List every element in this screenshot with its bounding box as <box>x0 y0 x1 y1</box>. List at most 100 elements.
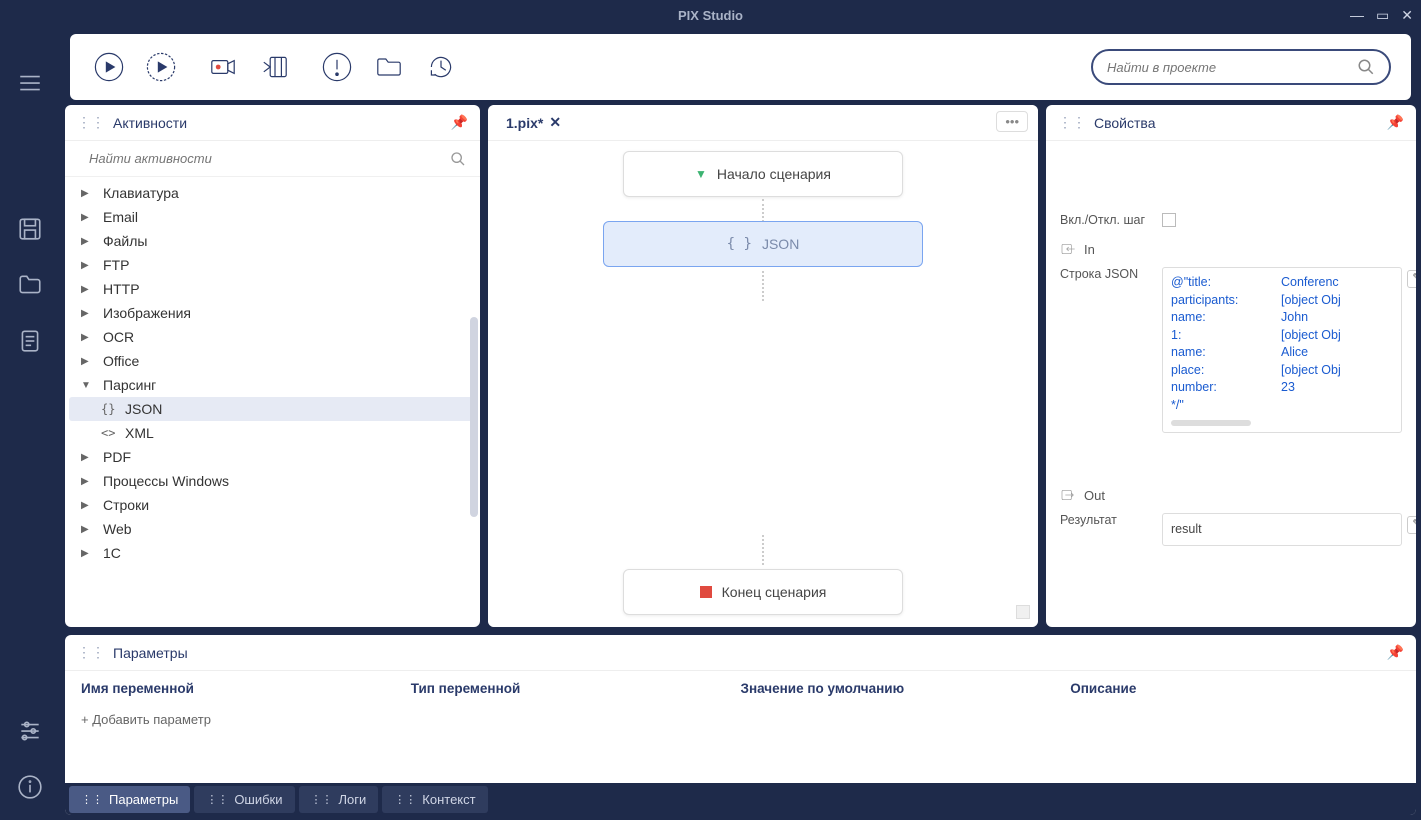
tree-child-item[interactable]: {}JSON <box>69 397 474 421</box>
arrow-right-icon: ▶ <box>81 236 95 247</box>
scrollbar-h[interactable] <box>1171 420 1251 426</box>
project-search[interactable] <box>1091 49 1391 85</box>
grip-icon[interactable]: ⋮⋮ <box>77 644 105 661</box>
tree-item[interactable]: ▶PDF <box>69 445 474 469</box>
settings-icon[interactable] <box>17 718 43 744</box>
grip-icon: ⋮⋮ <box>311 793 333 806</box>
resize-handle[interactable] <box>1016 605 1030 619</box>
parameters-title: Параметры <box>113 645 188 661</box>
minimize-button[interactable]: — <box>1350 7 1364 23</box>
tab-close-icon[interactable]: ✕ <box>549 114 561 131</box>
debug-run-button[interactable] <box>142 48 180 86</box>
breakpoint-button[interactable] <box>318 48 356 86</box>
tree-item-label: OCR <box>103 329 134 345</box>
bottom-tab[interactable]: ⋮⋮Параметры <box>69 786 190 813</box>
grip-icon: ⋮⋮ <box>81 793 103 806</box>
tree-item[interactable]: ▶ OCR <box>69 325 474 349</box>
tab-label: 1.pix* <box>506 115 543 131</box>
arrow-right-icon: ▶ <box>81 356 95 367</box>
pin-icon[interactable]: 📌 <box>451 114 468 131</box>
connector <box>762 535 764 565</box>
tree-item[interactable]: ▶FTP <box>69 253 474 277</box>
tree-item-label: PDF <box>103 449 131 465</box>
edit-icon[interactable]: ✎ <box>1407 270 1416 288</box>
json-node[interactable]: { } JSON <box>603 221 923 267</box>
record-button[interactable] <box>204 48 242 86</box>
bottom-tab-label: Логи <box>339 792 367 807</box>
col-default: Значение по умолчанию <box>741 681 1071 696</box>
arrow-right-icon: ▶ <box>81 284 95 295</box>
activities-search-input[interactable] <box>79 147 450 170</box>
tree-item[interactable]: ▶Клавиатура <box>69 181 474 205</box>
tree-item-label: 1С <box>103 545 121 561</box>
out-section-header: Out <box>1060 487 1402 503</box>
grip-icon[interactable]: ⋮⋮ <box>1058 114 1086 131</box>
stop-icon <box>700 586 712 598</box>
tree-item[interactable]: ▶Процессы Windows <box>69 469 474 493</box>
col-name: Имя переменной <box>81 681 411 696</box>
bottom-tabs: ⋮⋮Параметры⋮⋮Ошибки⋮⋮Логи⋮⋮Контекст <box>65 783 1416 815</box>
bottom-tab[interactable]: ⋮⋮Ошибки <box>194 786 294 813</box>
scrollbar-thumb[interactable] <box>470 317 478 517</box>
bottom-tab[interactable]: ⋮⋮Контекст <box>382 786 487 813</box>
history-button[interactable] <box>422 48 460 86</box>
edit-icon[interactable]: ✎ <box>1407 516 1416 534</box>
left-rail <box>0 30 60 820</box>
tree-item[interactable]: ▶Office <box>69 349 474 373</box>
workflow-canvas[interactable]: ▼ Начало сценария { } JSON Конец сценари… <box>488 141 1038 627</box>
pin-icon[interactable]: 📌 <box>1387 644 1404 661</box>
json-string-field[interactable]: ✎ @"title:Conferencparticipants:[object … <box>1162 267 1402 433</box>
add-parameter-button[interactable]: + Добавить параметр <box>81 706 1400 733</box>
tree-child-item[interactable]: <>XML <box>69 421 474 445</box>
activities-panel: ⋮⋮ Активности 📌 ▶Клавиатура▶Email▶Файлы▶… <box>65 105 480 627</box>
connector <box>762 199 764 222</box>
project-search-input[interactable] <box>1107 60 1357 75</box>
play-down-icon: ▼ <box>695 167 707 181</box>
tree-item[interactable]: ▶Строки <box>69 493 474 517</box>
arrow-right-icon: ▶ <box>81 212 95 223</box>
tab-file[interactable]: 1.pix* ✕ <box>498 114 569 131</box>
tree-item[interactable]: ▶Изображения <box>69 301 474 325</box>
properties-title: Свойства <box>1094 115 1155 131</box>
tree-item-label: Строки <box>103 497 149 513</box>
close-button[interactable]: ✕ <box>1401 7 1413 24</box>
toggle-step-checkbox[interactable] <box>1162 213 1176 227</box>
document-icon[interactable] <box>17 328 43 354</box>
tree-item[interactable]: ▶ Файлы <box>69 229 474 253</box>
menu-icon[interactable] <box>17 70 43 96</box>
folder-icon[interactable] <box>17 272 43 298</box>
start-node[interactable]: ▼ Начало сценария <box>623 151 903 197</box>
run-button[interactable] <box>90 48 128 86</box>
tree-item[interactable]: ▼Парсинг <box>69 373 474 397</box>
end-node[interactable]: Конец сценария <box>623 569 903 615</box>
maximize-button[interactable]: ▭ <box>1376 7 1389 24</box>
pin-icon[interactable]: 📌 <box>1387 114 1404 131</box>
tree-item-label: HTTP <box>103 281 140 297</box>
end-node-label: Конец сценария <box>722 584 827 600</box>
bottom-tab-label: Контекст <box>422 792 475 807</box>
arrow-right-icon: ▶ <box>81 260 95 271</box>
tree-item[interactable]: ▶Web <box>69 517 474 541</box>
titlebar: PIX Studio — ▭ ✕ <box>0 0 1421 30</box>
arrow-right-icon: ▶ <box>81 548 95 559</box>
bottom-tab[interactable]: ⋮⋮ Логи <box>299 786 379 813</box>
tree-item[interactable]: ▶ 1С <box>69 541 474 565</box>
tree-item[interactable]: ▶ Email <box>69 205 474 229</box>
tree-item[interactable]: ▶ HTTP <box>69 277 474 301</box>
tree-item-label: Файлы <box>103 233 147 249</box>
properties-panel: ⋮⋮ Свойства 📌 Вкл./Откл. шаг In Строка J… <box>1046 105 1416 627</box>
arrow-out-icon <box>1060 487 1076 503</box>
tree-item-label: Изображения <box>103 305 191 321</box>
activities-title: Активности <box>113 115 187 131</box>
tab-more-button[interactable]: ••• <box>996 111 1028 132</box>
save-icon[interactable] <box>17 216 43 242</box>
tree-item-label: Парсинг <box>103 377 156 393</box>
tree-item-label: Email <box>103 209 138 225</box>
selector-button[interactable] <box>256 48 294 86</box>
arrow-right-icon: ▶ <box>81 332 95 343</box>
info-icon[interactable] <box>17 774 43 800</box>
open-folder-button[interactable] <box>370 48 408 86</box>
grip-icon[interactable]: ⋮⋮ <box>77 114 105 131</box>
connector <box>762 271 764 301</box>
result-field[interactable]: result ✎ <box>1162 513 1402 546</box>
